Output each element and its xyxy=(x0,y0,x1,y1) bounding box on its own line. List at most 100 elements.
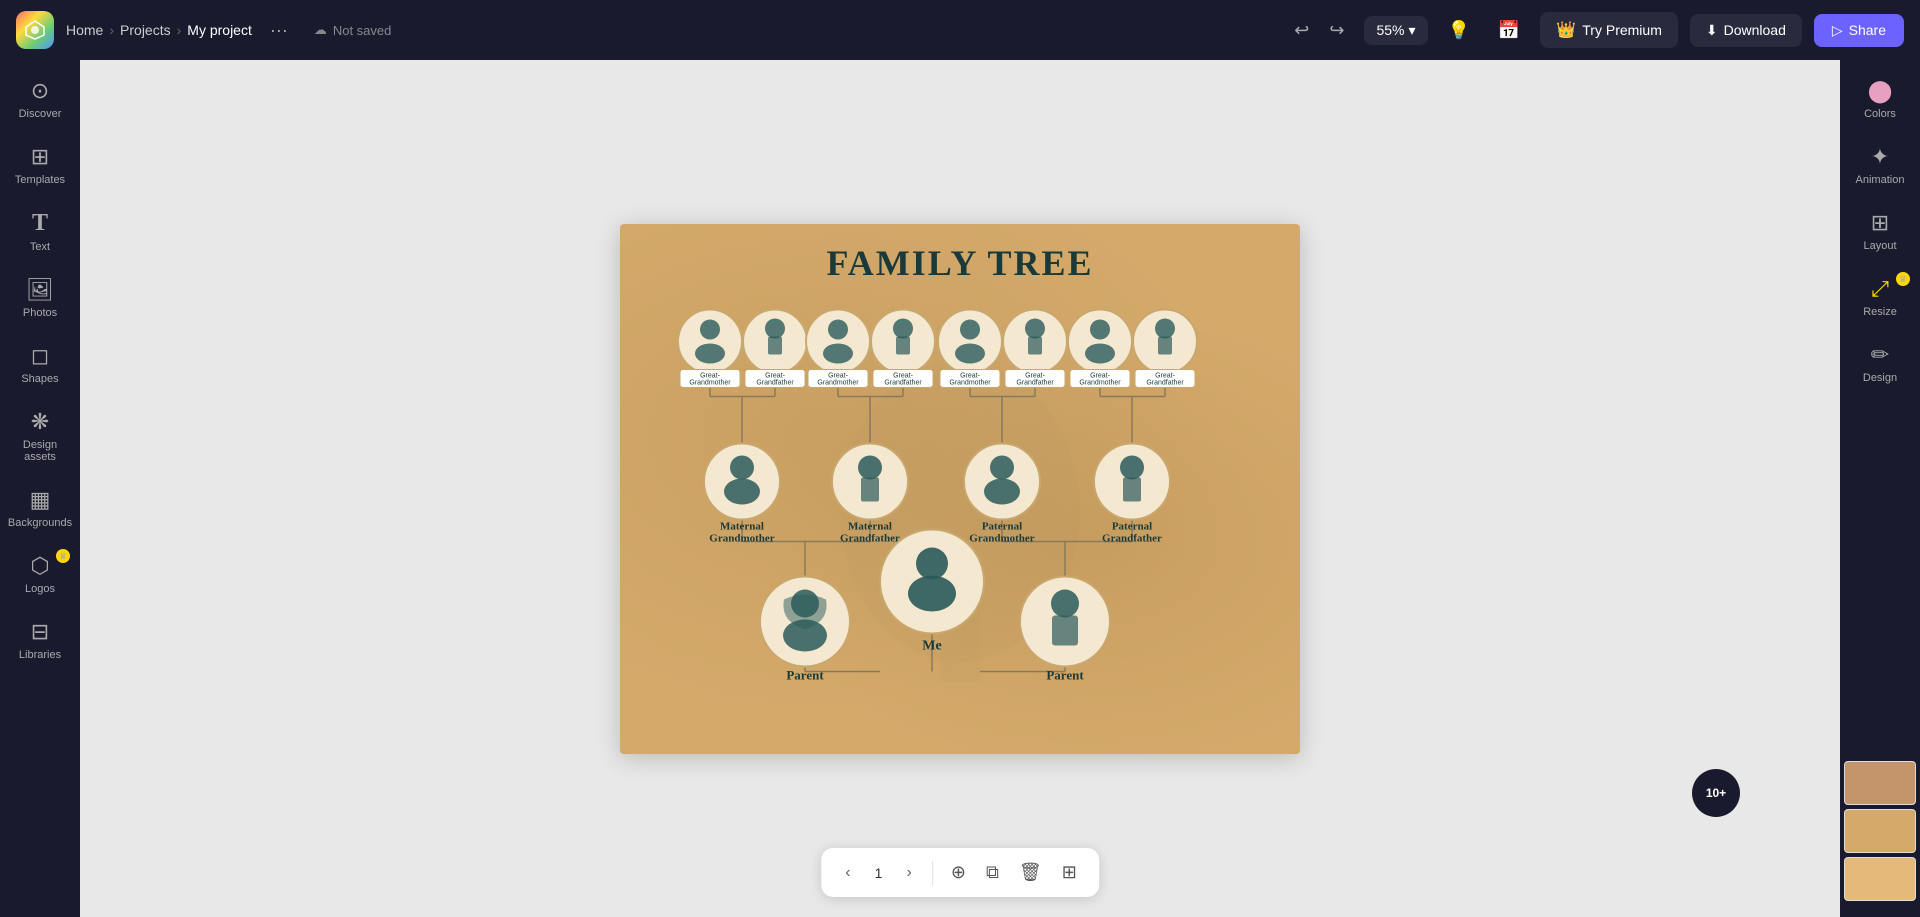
main-layout: ⊙ Discover ⊞ Templates T Text 🖼 Photos ◻… xyxy=(0,60,1920,917)
projects-link[interactable]: Projects xyxy=(120,22,171,38)
svg-text:Grandfather: Grandfather xyxy=(840,532,900,544)
breadcrumb: Home › Projects › My project xyxy=(66,22,252,38)
crown-icon: 👑 xyxy=(1556,20,1576,40)
breadcrumb-sep1: › xyxy=(109,22,114,38)
svg-text:Grandfather: Grandfather xyxy=(1016,379,1054,386)
sidebar-design-assets-label: Design assets xyxy=(12,439,68,463)
share-button[interactable]: ▷ Share xyxy=(1814,14,1904,47)
layout-icon: ⊞ xyxy=(1871,210,1889,236)
download-button[interactable]: ⬇ Download xyxy=(1690,14,1802,47)
breadcrumb-sep2: › xyxy=(177,22,182,38)
colors-icon: ⬤ xyxy=(1868,78,1893,104)
backgrounds-icon: ▦ xyxy=(30,487,51,513)
sidebar-item-templates[interactable]: ⊞ Templates xyxy=(4,134,76,196)
grid-view-button[interactable]: ⊞ xyxy=(1056,856,1083,889)
photos-icon: 🖼 xyxy=(26,277,54,303)
thumbnail-1[interactable] xyxy=(1844,761,1916,805)
svg-text:Grandfather: Grandfather xyxy=(884,379,922,386)
right-sidebar-item-animation[interactable]: ✦ Animation xyxy=(1844,134,1916,196)
design-label: Design xyxy=(1863,372,1897,384)
right-sidebar: ⬤ Colors ✦ Animation ⊞ Layout ⤢ Resize ♛… xyxy=(1840,60,1920,917)
try-premium-button[interactable]: 👑 Try Premium xyxy=(1540,12,1678,48)
zoom-value: 55% xyxy=(1376,22,1404,38)
svg-text:Grandfather: Grandfather xyxy=(1102,532,1162,544)
sidebar-text-label: Text xyxy=(30,241,50,253)
thumbnail-strip xyxy=(1840,753,1920,909)
prev-page-button[interactable]: ‹ xyxy=(837,860,858,886)
cloud-status: ☁ Not saved xyxy=(314,22,392,38)
sidebar-item-backgrounds[interactable]: ▦ Backgrounds xyxy=(4,477,76,539)
sidebar-libraries-label: Libraries xyxy=(19,649,61,661)
svg-text:Me: Me xyxy=(922,638,941,653)
ten-plus-badge[interactable]: 10+ xyxy=(1692,769,1740,817)
sidebar-photos-label: Photos xyxy=(23,307,57,319)
next-page-button[interactable]: › xyxy=(899,860,920,886)
svg-text:Grandmother: Grandmother xyxy=(709,532,775,544)
sidebar-discover-label: Discover xyxy=(19,108,62,120)
app-logo[interactable] xyxy=(16,11,54,49)
colors-label: Colors xyxy=(1864,108,1896,120)
home-link[interactable]: Home xyxy=(66,22,103,38)
logos-icon: ⬡ xyxy=(30,553,49,579)
svg-text:Great-: Great- xyxy=(1090,372,1111,379)
sidebar-item-text[interactable]: T Text xyxy=(4,200,76,263)
svg-text:Grandmother: Grandmother xyxy=(1079,379,1121,386)
sidebar-item-libraries[interactable]: ⊟ Libraries xyxy=(4,609,76,671)
right-sidebar-item-resize[interactable]: ⤢ Resize ♛ xyxy=(1844,266,1916,328)
sidebar-templates-label: Templates xyxy=(15,174,65,186)
text-icon: T xyxy=(32,210,48,237)
right-sidebar-item-colors[interactable]: ⬤ Colors xyxy=(1844,68,1916,130)
svg-text:Maternal: Maternal xyxy=(848,520,892,532)
resize-icon: ⤢ xyxy=(1871,276,1889,302)
thumbnail-2[interactable] xyxy=(1844,809,1916,853)
download-icon: ⬇ xyxy=(1706,22,1718,39)
svg-text:Paternal: Paternal xyxy=(982,520,1022,532)
sidebar-logos-label: Logos xyxy=(25,583,55,595)
schedule-button[interactable]: 📅 xyxy=(1490,14,1528,47)
canvas-area[interactable]: FAMILY TREE xyxy=(80,60,1840,917)
add-page-button[interactable]: ⊕ xyxy=(945,856,972,889)
svg-text:Parent: Parent xyxy=(1046,667,1084,682)
family-tree-title: FAMILY TREE xyxy=(620,224,1300,284)
svg-text:Great-: Great- xyxy=(960,372,981,379)
share-icon: ▷ xyxy=(1832,22,1843,39)
libraries-icon: ⊟ xyxy=(31,619,49,645)
templates-icon: ⊞ xyxy=(31,144,49,170)
sidebar-item-shapes[interactable]: ◻ Shapes xyxy=(4,333,76,395)
discover-icon: ⊙ xyxy=(31,78,49,104)
toolbar-separator-1 xyxy=(932,861,933,885)
svg-text:Great-: Great- xyxy=(700,372,721,379)
duplicate-page-button[interactable]: ⧉ xyxy=(980,856,1005,889)
sidebar-item-discover[interactable]: ⊙ Discover xyxy=(4,68,76,130)
animation-label: Animation xyxy=(1856,174,1905,186)
right-sidebar-item-design[interactable]: ✏ Design xyxy=(1844,332,1916,394)
svg-text:Paternal: Paternal xyxy=(1112,520,1152,532)
thumbnail-3[interactable] xyxy=(1844,857,1916,901)
resize-label: Resize xyxy=(1863,306,1897,318)
canvas-design[interactable]: FAMILY TREE xyxy=(620,224,1300,754)
svg-text:Grandmother: Grandmother xyxy=(969,532,1035,544)
more-button[interactable]: ··· xyxy=(264,18,294,43)
page-number: 1 xyxy=(867,865,891,881)
sidebar-item-design-assets[interactable]: ❋ Design assets xyxy=(4,399,76,473)
sidebar-item-logos[interactable]: ⬡ Logos ♛ xyxy=(4,543,76,605)
svg-text:Parent: Parent xyxy=(786,667,824,682)
svg-text:Great-: Great- xyxy=(765,372,786,379)
redo-button[interactable]: ↪ xyxy=(1321,14,1352,47)
svg-text:Grandmother: Grandmother xyxy=(817,379,859,386)
resize-crown-badge: ♛ xyxy=(1896,272,1910,286)
sidebar-item-photos[interactable]: 🖼 Photos xyxy=(4,267,76,329)
shapes-icon: ◻ xyxy=(31,343,49,369)
layout-label: Layout xyxy=(1863,240,1896,252)
svg-text:Grandfather: Grandfather xyxy=(1146,379,1184,386)
zoom-control[interactable]: 55% ▾ xyxy=(1364,16,1427,45)
save-status: Not saved xyxy=(333,23,392,38)
svg-text:Maternal: Maternal xyxy=(720,520,764,532)
right-sidebar-item-layout[interactable]: ⊞ Layout xyxy=(1844,200,1916,262)
delete-page-button[interactable]: 🗑 xyxy=(1013,856,1048,889)
canvas-wrapper: FAMILY TREE xyxy=(620,224,1300,754)
undo-button[interactable]: ↩ xyxy=(1286,14,1317,47)
undo-redo-group: ↩ ↪ xyxy=(1286,14,1352,47)
tips-button[interactable]: 💡 xyxy=(1440,14,1478,47)
svg-text:Great-: Great- xyxy=(893,372,914,379)
